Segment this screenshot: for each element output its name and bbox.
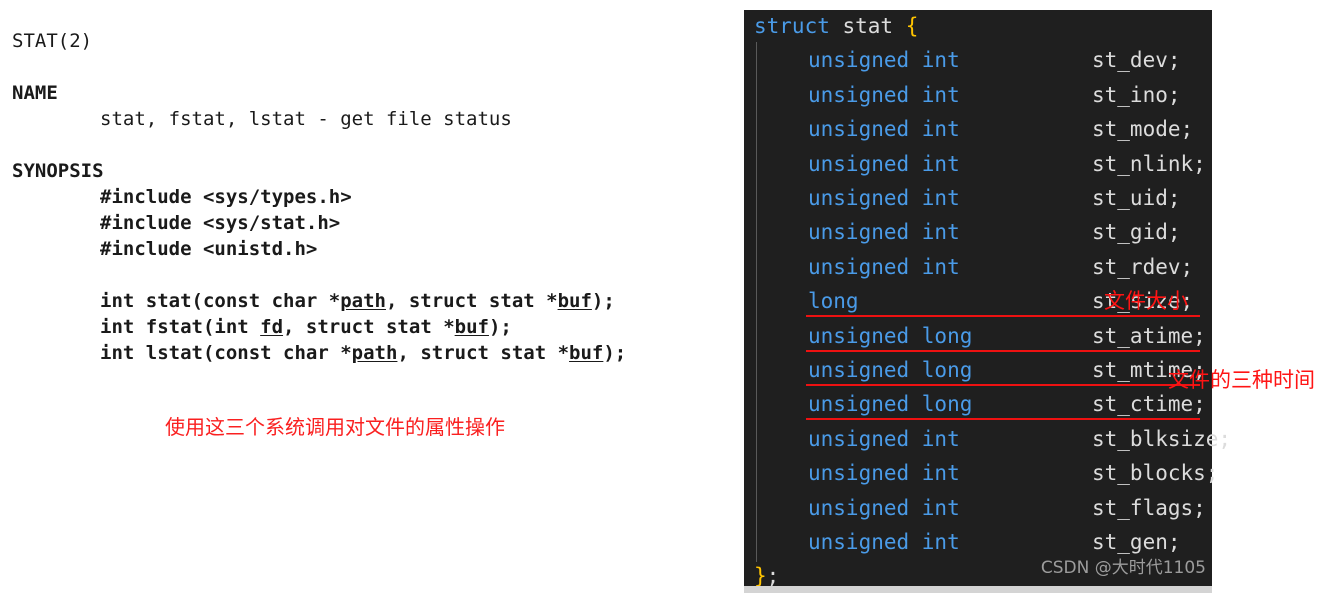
field-type: unsigned int [808,186,960,210]
prototype-text: ); [488,316,512,338]
field-red-underline [806,384,1200,386]
field-name: st_mode; [1092,117,1194,142]
prototype-text: ); [591,290,615,312]
prototype-arg: buf [569,342,604,364]
field-name: st_dev; [1092,48,1181,73]
prototype-text: int fstat(int [100,316,261,338]
field-type: unsigned int [808,220,960,245]
man-include-line: #include <sys/types.h> [100,186,352,208]
field-type: long [808,289,859,314]
field-type: unsigned long [808,323,973,348]
field-name: st_uid; [1092,186,1181,210]
man-section-body-name: stat, fstat, lstat - get file status [100,108,512,130]
code-line-field: unsigned int st_mode; [808,117,1193,142]
field-type: unsigned int [808,254,960,279]
code-line-struct-close: }; [754,566,779,587]
code-line-field: unsigned int st_blocks; [808,461,1218,486]
man-title: STAT(2) [12,30,93,52]
field-name: st_nlink; [1092,151,1206,176]
field-name: st_ctime; [1092,392,1206,417]
prototype-arg: buf [454,316,489,338]
csdn-watermark: CSDN @大时代1105 [1040,558,1206,578]
man-section-heading-name: NAME [12,82,58,104]
panel-bottom-strip [744,586,1212,593]
field-type: unsigned int [808,495,960,520]
man-page-panel: STAT(2) NAME stat, fstat, lstat - get fi… [0,0,744,593]
struct-name: stat [829,14,906,38]
code-line-field: unsigned int st_gid; [808,220,1181,245]
code-line-field: unsigned int st_flags; [808,495,1206,520]
prototype-text: int lstat(const char * [100,342,352,364]
field-type: unsigned int [808,117,960,142]
field-red-underline [806,418,1200,421]
close-semicolon: ; [766,564,780,589]
field-name: st_gid; [1092,220,1181,245]
code-line-field: unsigned int st_blksize; [808,426,1231,451]
code-line-field: unsigned long st_atime; [808,323,1206,348]
prototype-text: , struct stat * [385,290,558,312]
man-prototype-fstat: int fstat(int fd, struct stat *buf); [100,316,512,338]
field-red-underline [806,349,1200,352]
prototype-text: , struct stat * [397,342,570,364]
field-type: unsigned int [808,48,960,73]
prototype-arg: fd [260,316,284,338]
field-name: st_gen; [1092,530,1181,554]
field-type: unsigned int [808,461,960,486]
field-type: unsigned int [808,426,960,451]
field-name: st_blocks; [1092,461,1219,486]
code-line-field: unsigned int st_dev; [808,48,1181,73]
code-line-field: unsigned long st_ctime; [808,392,1206,417]
open-brace: { [905,14,919,38]
prototype-text: int stat(const char * [100,290,341,312]
close-brace: } [754,564,767,589]
field-type: unsigned long [808,358,973,382]
code-line-field: long st_size; [808,289,1193,314]
keyword-struct: struct [754,14,830,38]
code-annotation: 文件的三种时间 [1168,368,1315,392]
prototype-text: , struct stat * [283,316,455,338]
field-red-underline [806,315,1200,318]
code-line-field: unsigned int st_nlink; [808,151,1206,176]
code-line-field: unsigned int st_gen; [808,530,1181,554]
code-annotation: 文件大小 [1104,289,1188,313]
man-include-line: #include <sys/stat.h> [100,212,341,234]
field-name: st_ino; [1092,82,1181,107]
code-line-struct-open: struct stat { [754,16,918,37]
code-line-field: unsigned long st_mtime; [808,358,1206,382]
field-name: st_flags; [1092,495,1206,520]
man-include-line: #include <unistd.h> [100,238,318,260]
prototype-arg: path [351,342,398,364]
field-name: st_atime; [1092,323,1206,348]
field-type: unsigned int [808,530,960,554]
code-line-field: unsigned int st_rdev; [808,254,1193,279]
code-line-field: unsigned int st_uid; [808,186,1181,210]
field-type: unsigned int [808,151,960,176]
field-type: unsigned int [808,82,960,107]
man-section-heading-synopsis: SYNOPSIS [12,160,104,182]
prototype-arg: buf [557,290,592,312]
prototype-arg: path [340,290,386,312]
indent-guide-line [756,42,757,562]
field-name: st_blksize; [1092,426,1232,451]
prototype-text: ); [603,342,627,364]
man-prototype-lstat: int lstat(const char *path, struct stat … [100,342,626,364]
man-prototype-stat: int stat(const char *path, struct stat *… [100,290,615,312]
field-name: st_rdev; [1092,254,1194,279]
field-type: unsigned long [808,392,973,417]
code-line-field: unsigned int st_ino; [808,82,1181,107]
man-annotation-note: 使用这三个系统调用对文件的属性操作 [165,415,505,439]
